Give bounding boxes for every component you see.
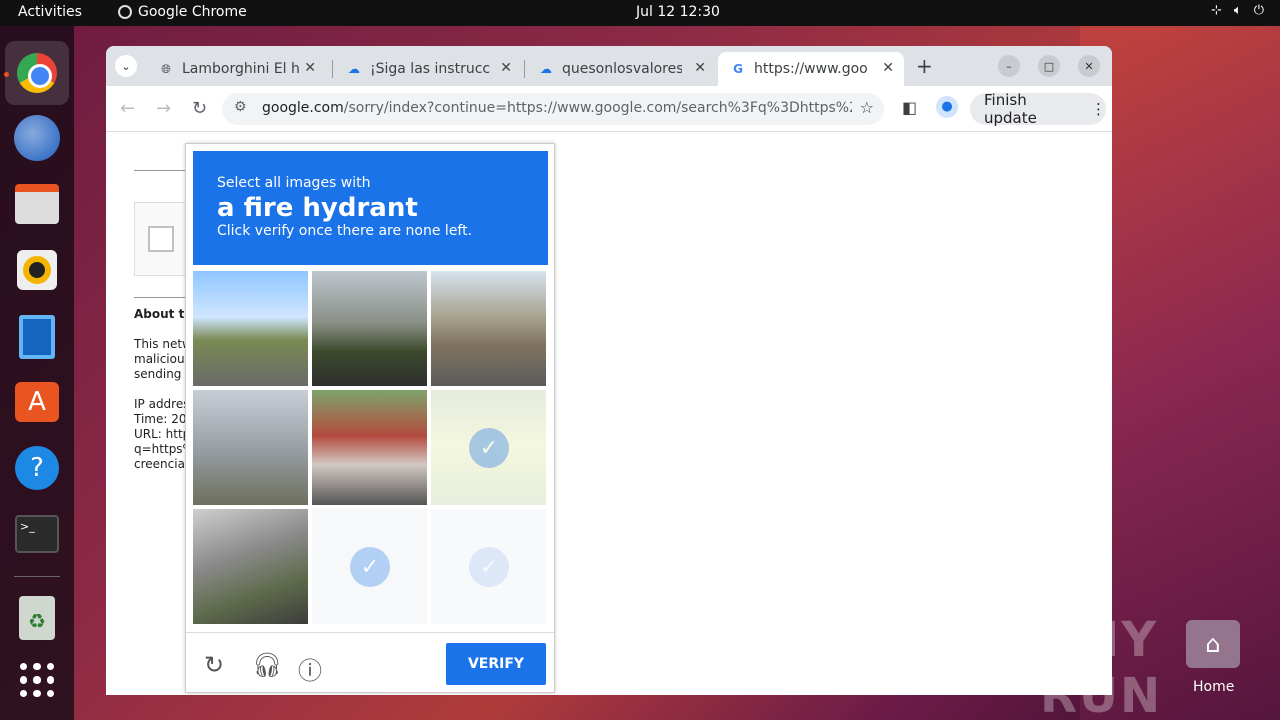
recaptcha-checkbox[interactable] [148,226,174,252]
trash-icon: ♻ [19,596,55,640]
anyrun-watermark: ANY RUN [1040,612,1163,720]
close-icon[interactable]: ✕ [694,60,706,76]
audio-challenge-icon[interactable]: 🎧︎ [252,651,282,679]
thunderbird-icon [14,115,60,161]
captcha-dialog: Select all images with a fire hydrant Cl… [185,143,555,693]
reload-challenge-icon[interactable]: ↻ [204,651,224,679]
dock-show-apps[interactable] [13,656,61,704]
tab-search-button[interactable]: ⌄ [115,55,137,77]
reload-button[interactable]: ↻ [192,98,207,119]
captcha-tile-selected-3[interactable]: ✓ [431,509,546,624]
finish-update-label: Finish update [984,91,1037,127]
rhythmbox-icon [17,250,57,290]
globe-icon: 🌐︎ [161,61,171,76]
cloud-icon: ☁ [348,62,360,76]
dock-rhythmbox[interactable] [13,246,61,294]
url-path: /sorry/index?continue=https://www.google… [343,100,852,116]
side-panel-icon[interactable]: ◧ [902,98,917,117]
clock[interactable]: Jul 12 12:30 [636,4,720,20]
bookmark-star-icon[interactable]: ☆ [860,98,874,117]
captcha-footer: ↻ 🎧︎ ⓘ VERIFY [186,632,554,692]
writer-icon [19,315,55,359]
help-icon: ? [15,446,59,490]
captcha-header: Select all images with a fire hydrant Cl… [193,151,548,265]
activities-button[interactable]: Activities [18,4,82,20]
close-icon[interactable]: ✕ [304,60,316,76]
url-text: google.com/sorry/index?continue=https://… [262,100,852,116]
captcha-target: a fire hydrant [217,193,418,223]
forward-button[interactable]: → [156,98,171,119]
back-button[interactable]: ← [120,98,135,119]
captcha-tile-storefront[interactable] [312,390,427,505]
tab-2[interactable]: ☁ ¡Siga las instrucci ✕ [334,52,522,86]
home-folder-icon[interactable]: ⌂ [1186,620,1240,668]
maximize-button[interactable]: □ [1038,55,1060,77]
captcha-tile-traffic-light[interactable] [193,390,308,505]
dock-chrome[interactable] [5,41,69,105]
more-menu-icon: ⋮ [1091,100,1106,118]
tab-3[interactable]: ☁ quesonlosvalores ✕ [526,52,716,86]
dock-trash[interactable]: ♻ [13,594,61,642]
checkmark-icon: ✓ [350,547,390,587]
captcha-tile-hydrant-selected[interactable]: ✓ [431,390,546,505]
captcha-tile-building[interactable] [312,271,427,386]
minimize-button[interactable]: – [998,55,1020,77]
tab-strip: ⌄ 🌐︎ Lamborghini El h ✕ ☁ ¡Siga las inst… [106,46,1112,86]
cloud-icon: ☁ [540,62,552,76]
software-icon: A [15,382,59,422]
captcha-tile-selected-2[interactable]: ✓ [312,509,427,624]
close-icon[interactable]: ✕ [882,60,894,76]
info-icon[interactable]: ⓘ [298,651,322,686]
volume-icon: 🔈︎ [1233,3,1242,18]
close-icon[interactable]: ✕ [500,60,512,76]
finish-update-button[interactable]: Finish update ⋮ [970,91,1106,127]
tab-title: Lamborghini El h [182,61,300,77]
dock: A ? >_ ♻ [0,26,74,720]
network-icon: ⊹ [1210,3,1222,18]
chrome-small-icon [118,5,132,19]
power-icon: ⏻ [1253,3,1264,18]
tab-1[interactable]: 🌐︎ Lamborghini El h ✕ [146,52,326,86]
verify-button[interactable]: VERIFY [446,643,546,685]
profile-icon[interactable]: ● [936,96,958,118]
checkmark-icon: ✓ [469,547,509,587]
dock-separator [14,576,60,577]
tab-title: https://www.goo [754,61,868,77]
apps-grid-icon [20,663,54,697]
dock-terminal[interactable]: >_ [13,510,61,558]
captcha-tile-street-2[interactable] [431,271,546,386]
dock-software[interactable]: A [13,378,61,426]
browser-toolbar: ← → ↻ ⚙ google.com/sorry/index?continue=… [106,86,1112,132]
google-icon: G [733,62,743,76]
tab-4-active[interactable]: G https://www.goo ✕ [718,52,904,86]
tab-title: ¡Siga las instrucci [370,61,490,77]
app-menu[interactable]: Google Chrome [118,4,247,20]
running-indicator [4,72,9,77]
checkmark-icon: ✓ [469,428,509,468]
close-window-button[interactable]: ✕ [1078,55,1100,77]
tab-separator [524,60,525,78]
system-tray[interactable]: ⊹ 🔈︎ ⏻ [1211,3,1264,18]
terminal-icon: >_ [15,515,59,553]
url-host: google.com [262,100,344,116]
app-name: Google Chrome [138,4,247,20]
dock-help[interactable]: ? [13,444,61,492]
tab-title: quesonlosvalores [562,61,682,77]
tab-separator [332,60,333,78]
captcha-tile-bridge[interactable] [193,509,308,624]
dock-files[interactable] [13,180,61,228]
new-tab-button[interactable]: + [916,54,933,78]
captcha-prompt-top: Select all images with [217,175,371,191]
chrome-icon [17,53,57,93]
files-icon [15,184,59,224]
captcha-prompt-bottom: Click verify once there are none left. [217,223,473,239]
home-label: Home [1193,679,1235,695]
address-bar[interactable]: ⚙ google.com/sorry/index?continue=https:… [222,93,884,125]
dock-thunderbird[interactable] [13,114,61,162]
site-settings-icon[interactable]: ⚙ [234,99,247,115]
captcha-tile-street-1[interactable] [193,271,308,386]
top-bar: Activities Google Chrome Jul 12 12:30 ⊹ … [0,0,1280,26]
dock-writer[interactable] [13,313,61,361]
